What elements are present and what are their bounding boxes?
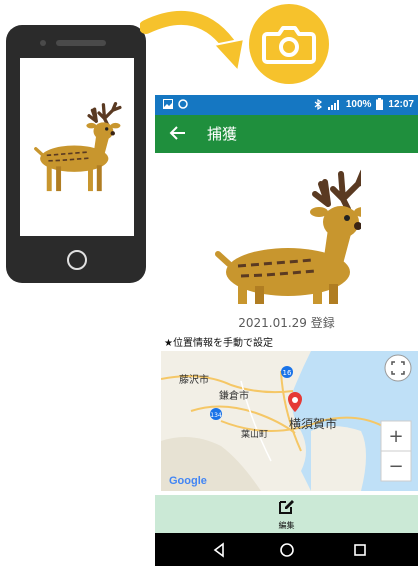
bottom-action-bar: 編集 <box>155 495 418 533</box>
app-screen: 100% 12:07 捕獲 2021.01.29 登録 ★位置情報を手動で設定 … <box>155 95 418 566</box>
bluetooth-icon <box>314 98 322 110</box>
phone-home-button <box>67 250 87 270</box>
nav-back-icon[interactable] <box>213 542 224 558</box>
nav-home-icon[interactable] <box>280 543 294 557</box>
curved-arrow-icon <box>140 10 246 74</box>
registration-date: 2021.01.29 登録 <box>238 316 335 330</box>
clock: 12:07 <box>388 98 414 110</box>
camera-icon <box>262 26 316 64</box>
phone-camera-dot <box>40 40 46 46</box>
edit-button[interactable]: 編集 <box>155 520 418 531</box>
google-attribution: Google <box>169 475 207 487</box>
nav-recents-icon[interactable] <box>354 544 366 556</box>
capture-photo <box>211 160 374 305</box>
zoom-out-button[interactable]: − <box>380 450 412 482</box>
system-nav-bar <box>155 533 418 566</box>
manual-location-label[interactable]: ★位置情報を手動で設定 <box>164 334 273 349</box>
route-134-label: 134 <box>210 412 222 419</box>
map-label-kamakura: 鎌倉市 <box>219 389 249 402</box>
deer-illustration <box>215 169 374 304</box>
phone-speaker <box>56 40 106 46</box>
edit-square-icon[interactable] <box>277 498 295 516</box>
fullscreen-icon[interactable] <box>384 354 412 382</box>
phone-illustration <box>6 25 146 283</box>
circle-notification-icon <box>178 99 188 109</box>
location-map[interactable]: 16 134 藤沢市 鎌倉市 葉山町 横須賀市 Google + − <box>161 351 418 491</box>
map-canvas[interactable]: 16 134 藤沢市 鎌倉市 葉山町 横須賀市 Google + − <box>161 351 418 491</box>
battery-icon <box>376 98 384 110</box>
zoom-in-label: + <box>388 426 403 447</box>
zoom-in-button[interactable]: + <box>380 420 412 452</box>
system-nav-icons <box>213 542 366 558</box>
route-16-label: 16 <box>283 369 292 377</box>
battery-percent: 100% <box>345 98 372 110</box>
camera-badge <box>249 4 329 84</box>
map-label-fujisawa: 藤沢市 <box>179 373 209 386</box>
page-title: 捕獲 <box>207 125 238 143</box>
deer-illustration-small <box>34 102 122 192</box>
arrow-left-icon[interactable] <box>167 122 189 144</box>
map-label-hayama: 葉山町 <box>241 428 268 440</box>
phone-illustration-screen <box>20 58 134 236</box>
signal-4g-icon <box>327 99 339 110</box>
zoom-out-label: − <box>388 456 403 477</box>
app-bar: 捕獲 <box>155 115 418 153</box>
image-notification-icon <box>163 99 173 109</box>
map-label-yokosuka: 横須賀市 <box>289 416 337 431</box>
status-bar: 100% 12:07 <box>155 95 418 115</box>
